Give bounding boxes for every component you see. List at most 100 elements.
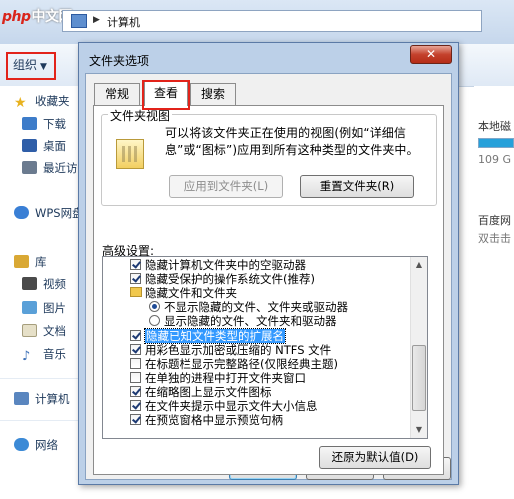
tab-view[interactable]: 查看: [144, 80, 188, 106]
nav-network[interactable]: 网络: [14, 436, 58, 454]
dialog-body: 常规 查看 搜索 文件夹视图 可以将该文件夹正在使用的视图(例如“详细信息”或“…: [85, 73, 452, 480]
nav-documents[interactable]: 文档: [22, 322, 66, 340]
folder-options-dialog: 文件夹选项 ✕ 常规 查看 搜索 文件夹视图 可以将该文件夹正在使用的视图(例如…: [78, 42, 459, 485]
setting-checkbox[interactable]: [130, 357, 141, 369]
settings-row[interactable]: 隐藏已知文件类型的扩展名: [103, 327, 408, 344]
dblclick-hint: 双击击: [478, 232, 511, 245]
downloads-folder-icon: [22, 117, 37, 130]
settings-row[interactable]: 在缩略图上显示文件图标: [103, 385, 408, 399]
chevron-right-icon[interactable]: ▶: [93, 15, 100, 25]
setting-label: 在文件夹提示中显示文件大小信息: [145, 399, 318, 413]
nav-wps[interactable]: WPS网盘: [14, 204, 84, 222]
tab-search[interactable]: 搜索: [190, 83, 236, 105]
scroll-up-icon[interactable]: ▲: [411, 257, 427, 273]
setting-label: 在预览窗格中显示预览句柄: [145, 413, 283, 428]
computer-icon: [71, 14, 87, 28]
nav-downloads-label: 下载: [43, 117, 66, 131]
nav-recent[interactable]: 最近访: [22, 159, 78, 177]
content-pane-edge: 本地磁 109 G 百度网 双击击: [474, 86, 514, 499]
nav-desktop[interactable]: 桌面: [22, 137, 66, 155]
nav-downloads[interactable]: 下载: [22, 115, 66, 133]
nav-pictures[interactable]: 图片: [22, 299, 66, 317]
setting-label: 在缩略图上显示文件图标: [145, 384, 272, 399]
nav-music[interactable]: ♪ 音乐: [22, 345, 66, 363]
setting-checkbox[interactable]: [130, 329, 141, 341]
nav-documents-label: 文档: [43, 324, 66, 338]
disk-free-text: 109 G: [478, 153, 512, 166]
setting-label: 显示隐藏的文件、文件夹和驱动器: [164, 314, 337, 329]
reset-folders-button[interactable]: 重置文件夹(R): [300, 175, 414, 198]
apply-to-folders-button[interactable]: 应用到文件夹(L): [169, 175, 283, 198]
nav-divider: [0, 378, 80, 379]
explorer-header: php中文网 ▶ 计算机: [0, 0, 514, 44]
star-icon: ★: [14, 95, 27, 111]
setting-label: 在标题栏显示完整路径(仅限经典主题): [145, 356, 338, 371]
settings-row[interactable]: 用彩色显示加密或压缩的 NTFS 文件: [103, 343, 408, 357]
nav-videos[interactable]: 视频: [22, 275, 66, 293]
disk-usage-bar: [478, 138, 514, 148]
nav-recent-label: 最近访: [43, 161, 78, 175]
settings-row[interactable]: 显示隐藏的文件、文件夹和驱动器: [103, 314, 408, 328]
nav-libraries[interactable]: 库: [14, 253, 47, 271]
settings-row[interactable]: 不显示隐藏的文件、文件夹或驱动器: [103, 300, 408, 314]
scroll-thumb[interactable]: [412, 345, 426, 411]
folder-views-description: 可以将该文件夹正在使用的视图(例如“详细信息”或“图标”)应用到所有这种类型的文…: [165, 126, 419, 157]
settings-row[interactable]: 在文件夹提示中显示文件大小信息: [103, 399, 408, 413]
nav-favorites-label: 收藏夹: [35, 94, 70, 108]
folder-views-label: 文件夹视图: [108, 107, 173, 124]
setting-checkbox[interactable]: [130, 259, 141, 270]
setting-radio[interactable]: [149, 301, 160, 313]
view-tab-panel: 文件夹视图 可以将该文件夹正在使用的视图(例如“详细信息”或“图标”)应用到所有…: [93, 105, 444, 475]
nav-desktop-label: 桌面: [43, 139, 66, 153]
settings-row[interactable]: 隐藏文件和文件夹: [103, 286, 408, 300]
recent-places-icon: [22, 161, 37, 174]
folder-view-icon: [116, 139, 144, 169]
setting-checkbox[interactable]: [130, 273, 141, 285]
setting-checkbox[interactable]: [130, 400, 141, 411]
music-icon: ♪: [22, 349, 31, 364]
settings-row[interactable]: 在单独的进程中打开文件夹窗口: [103, 371, 408, 385]
nav-libraries-label: 库: [35, 255, 47, 269]
close-button[interactable]: ✕: [410, 45, 452, 64]
restore-defaults-button[interactable]: 还原为默认值(D): [319, 446, 431, 469]
baidu-disk-label[interactable]: 百度网: [478, 212, 511, 228]
breadcrumb-computer[interactable]: 计算机: [107, 14, 140, 30]
settings-row[interactable]: 隐藏计算机文件夹中的空驱动器: [103, 258, 408, 272]
local-disk-label[interactable]: 本地磁: [478, 118, 511, 134]
setting-label: 在单独的进程中打开文件夹窗口: [145, 370, 306, 385]
video-icon: [22, 277, 37, 290]
scroll-down-icon[interactable]: ▼: [411, 422, 427, 438]
organize-label: 组织: [13, 58, 38, 72]
address-bar[interactable]: ▶ 计算机: [62, 10, 482, 32]
setting-checkbox[interactable]: [130, 385, 141, 397]
settings-row[interactable]: 在预览窗格中显示预览句柄: [103, 413, 408, 427]
setting-label: 隐藏计算机文件夹中的空驱动器: [145, 258, 306, 272]
documents-icon: [22, 324, 37, 337]
setting-checkbox[interactable]: [130, 414, 141, 426]
nav-computer[interactable]: 计算机: [14, 390, 70, 408]
tab-general[interactable]: 常规: [94, 83, 140, 105]
desktop-icon: [22, 139, 37, 152]
setting-checkbox[interactable]: [130, 343, 141, 355]
setting-label: 隐藏已知文件类型的扩展名: [144, 327, 286, 344]
setting-radio[interactable]: [149, 315, 160, 327]
nav-favorites[interactable]: ★ 收藏夹: [14, 92, 70, 110]
folder-views-group: 文件夹视图 可以将该文件夹正在使用的视图(例如“详细信息”或“图标”)应用到所有…: [101, 107, 437, 206]
settings-row[interactable]: 在标题栏显示完整路径(仅限经典主题): [103, 357, 408, 371]
setting-label: 隐藏文件和文件夹: [145, 286, 237, 301]
library-icon: [14, 255, 29, 268]
organize-button[interactable]: 组织 ▼: [6, 52, 56, 80]
nav-divider: [0, 420, 80, 421]
nav-videos-label: 视频: [43, 277, 66, 291]
settings-row[interactable]: 隐藏受保护的操作系统文件(推荐): [103, 272, 408, 286]
chevron-down-icon: ▼: [40, 62, 47, 72]
nav-pictures-label: 图片: [43, 301, 66, 315]
nav-wps-label: WPS网盘: [35, 206, 84, 220]
cloud-icon: [14, 206, 29, 219]
nav-network-label: 网络: [35, 438, 58, 452]
settings-scrollbar[interactable]: ▲ ▼: [410, 257, 427, 438]
setting-checkbox[interactable]: [130, 371, 141, 383]
setting-label: 不显示隐藏的文件、文件夹或驱动器: [164, 300, 348, 315]
advanced-settings-list[interactable]: 隐藏计算机文件夹中的空驱动器 隐藏受保护的操作系统文件(推荐) 隐藏文件和文件夹 不显…: [102, 256, 428, 439]
logo-brand: php: [2, 9, 31, 25]
